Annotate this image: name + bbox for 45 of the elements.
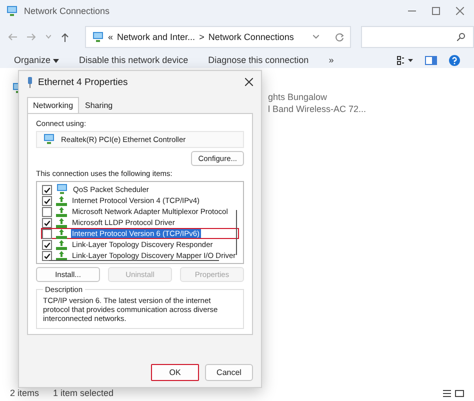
connection-name: ghts Bungalow [268, 92, 328, 102]
up-arrow-icon[interactable] [61, 32, 69, 42]
checkbox[interactable] [42, 196, 52, 206]
dialog-title: Ethernet 4 Properties [38, 76, 128, 88]
tab[interactable]: Networking [27, 97, 80, 113]
breadcrumb-separator: > [199, 32, 204, 42]
breadcrumb-item: Network and Inter... [117, 32, 196, 42]
network-protocol-icon [56, 206, 67, 217]
tab[interactable]: Sharing [79, 97, 119, 113]
help-icon[interactable] [449, 54, 460, 66]
maximize-icon[interactable] [432, 7, 440, 15]
details-view-icon[interactable] [443, 390, 451, 396]
status-text: 1 item selected [53, 388, 114, 398]
checkbox[interactable] [42, 206, 52, 217]
network-protocol-icon [56, 196, 67, 206]
breadcrumb-overflow: « [108, 32, 114, 42]
breadcrumb-item: Network Connections [208, 32, 294, 42]
checkbox[interactable] [42, 250, 52, 261]
checkbox[interactable] [42, 240, 52, 250]
more-button[interactable]: » [328, 55, 334, 65]
checkbox[interactable] [42, 184, 52, 195]
network-protocol-icon [56, 218, 67, 228]
dialog-button[interactable]: Cancel [205, 364, 253, 381]
search-icon [457, 33, 465, 41]
close-icon[interactable] [245, 78, 253, 86]
network-adapter-icon [43, 134, 55, 146]
search-field[interactable] [361, 26, 474, 48]
window-title: Network Connections [24, 6, 110, 16]
address-bar[interactable]: « Network and Inter... > Network Connections [85, 26, 351, 48]
network-protocol-icon [56, 240, 67, 250]
preview-pane-icon[interactable] [425, 56, 437, 64]
status-text: 2 items [10, 388, 40, 398]
view-options-icon[interactable] [397, 56, 413, 64]
toolbar-button[interactable]: Organize [14, 55, 60, 65]
caret-icon[interactable] [313, 35, 319, 39]
network-protocol-icon [56, 228, 67, 239]
checkbox[interactable] [42, 218, 52, 228]
connection-detail: l Band Wireless-AC 72... [268, 104, 366, 114]
monitor-icon [56, 184, 68, 196]
refresh-icon[interactable] [335, 32, 344, 42]
toolbar-button[interactable]: Diagnose this connection [208, 55, 309, 65]
dialog-button[interactable]: OK [151, 364, 199, 381]
toolbar-button[interactable]: Disable this network device [79, 55, 188, 65]
checkbox[interactable] [42, 228, 52, 239]
tiles-view-icon[interactable] [455, 390, 464, 396]
